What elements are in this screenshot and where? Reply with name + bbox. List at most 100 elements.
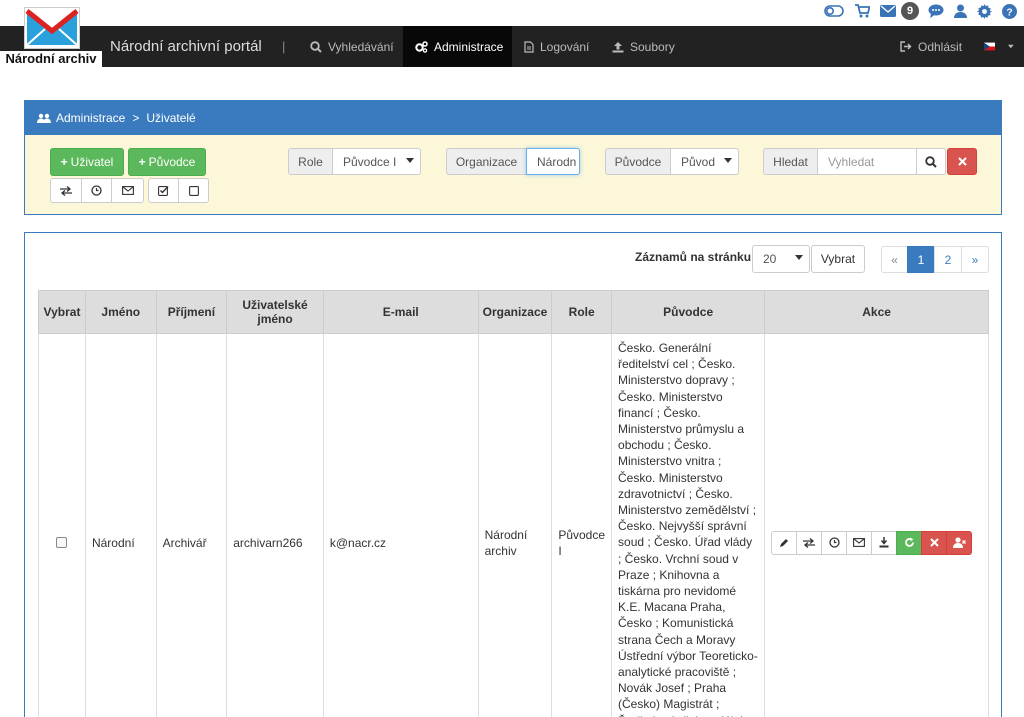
close-icon xyxy=(930,538,939,547)
organization-cell: Národní archiv xyxy=(477,332,553,717)
admin-filter-panel: Administrace > Uživatelé + Uživatel + Pů… xyxy=(24,100,1002,215)
nav-separator: | xyxy=(282,39,286,54)
actions-cell xyxy=(764,332,989,717)
upload-icon xyxy=(612,41,624,52)
per-page-select[interactable]: 20 xyxy=(752,245,810,273)
chevron-down-icon xyxy=(724,158,732,163)
select-all-button[interactable] xyxy=(148,178,179,203)
clear-filter-button[interactable] xyxy=(947,148,977,175)
svg-text:?: ? xyxy=(1006,7,1012,18)
column-header-organization[interactable]: Organizace xyxy=(477,290,553,334)
nav-item-label: Vyhledávání xyxy=(328,39,394,54)
chat-icon[interactable] xyxy=(928,3,944,19)
cart-icon[interactable] xyxy=(854,3,870,19)
per-page-apply-button[interactable]: Vybrat xyxy=(811,245,865,273)
nav-item-label: Logování xyxy=(540,39,590,54)
square-icon xyxy=(188,185,199,196)
nav-item-files[interactable]: Soubory xyxy=(602,26,692,67)
email-button[interactable] xyxy=(111,178,144,203)
pagination-prev[interactable]: « xyxy=(881,246,908,273)
close-icon xyxy=(957,157,967,166)
nav-item-logging[interactable]: Logování xyxy=(512,26,602,67)
column-header-username[interactable]: Uživatelské jméno xyxy=(226,290,324,334)
mail-count-badge: 9 xyxy=(901,2,919,20)
gear-icon[interactable] xyxy=(977,3,992,19)
plus-icon: + xyxy=(60,155,68,169)
add-origin-button[interactable]: + Původce xyxy=(128,148,206,176)
chevron-down-icon xyxy=(1008,44,1014,49)
swap-button[interactable] xyxy=(50,178,82,203)
logout-label: Odhlásit xyxy=(918,39,963,54)
breadcrumb-root[interactable]: Administrace xyxy=(56,111,125,125)
deselect-all-button[interactable] xyxy=(178,178,209,203)
brand-title[interactable]: Národní archivní portál xyxy=(110,38,262,55)
last-name-cell: Archivář xyxy=(155,332,228,717)
history-button[interactable] xyxy=(81,178,112,203)
pagination-next[interactable]: » xyxy=(961,246,989,273)
user-icon[interactable] xyxy=(953,3,967,19)
exchange-icon xyxy=(60,185,72,196)
row-refresh-button[interactable] xyxy=(896,530,923,555)
nav-item-label: Administrace xyxy=(434,39,504,54)
nav-item-search[interactable]: Vyhledávání xyxy=(300,26,403,67)
chevron-down-icon xyxy=(795,255,803,260)
language-dropdown[interactable] xyxy=(984,26,1020,67)
search-icon xyxy=(310,40,322,53)
column-header-origin[interactable]: Původce xyxy=(611,290,766,334)
users-icon xyxy=(37,113,51,123)
role-label: Role xyxy=(288,148,333,175)
top-utility-bar: 9 ? xyxy=(0,0,1024,26)
row-action-group xyxy=(771,530,982,555)
row-select-cell xyxy=(38,332,86,717)
check-square-icon xyxy=(158,186,169,196)
breadcrumb-separator: > xyxy=(132,111,140,125)
envelope-icon xyxy=(853,538,866,547)
column-header-select[interactable]: Vybrat xyxy=(38,290,86,334)
role-select[interactable]: Původce I xyxy=(332,148,421,175)
pagination-page-2[interactable]: 2 xyxy=(934,246,962,273)
search-input[interactable]: Vyhledat xyxy=(817,148,917,175)
download-icon xyxy=(879,537,889,548)
row-swap-button[interactable] xyxy=(796,530,823,555)
logout-button[interactable]: Odhlásit xyxy=(900,26,970,67)
search-icon xyxy=(925,155,937,168)
pagination-page-1[interactable]: 1 xyxy=(907,246,935,273)
user-times-icon xyxy=(952,537,966,549)
origin-select[interactable]: Původ xyxy=(670,148,739,175)
refresh-icon xyxy=(904,537,914,547)
users-table-panel: Záznamů na stránku: 20 Vybrat « 1 2 » Vy… xyxy=(24,232,1002,717)
nav-item-administration[interactable]: Administrace xyxy=(403,26,512,67)
logo[interactable]: Národní archiv xyxy=(0,7,102,67)
users-table: Vybrat Jméno Příjmení Uživatelské jméno … xyxy=(38,290,989,717)
row-download-button[interactable] xyxy=(871,530,898,555)
plus-icon: + xyxy=(138,155,146,169)
row-history-button[interactable] xyxy=(821,530,848,555)
first-name-cell: Národní xyxy=(84,332,157,717)
search-label: Hledat xyxy=(763,148,818,175)
pencil-icon xyxy=(780,538,789,547)
add-user-button[interactable]: + Uživatel xyxy=(50,148,124,176)
column-header-first-name[interactable]: Jméno xyxy=(84,290,157,334)
row-checkbox[interactable] xyxy=(56,537,68,549)
column-header-last-name[interactable]: Příjmení xyxy=(155,290,228,334)
row-email-button[interactable] xyxy=(846,530,873,555)
origin-cell: Česko. Generální ředitelství cel ; Česko… xyxy=(611,332,766,717)
column-header-role[interactable]: Role xyxy=(551,290,613,334)
clock-icon xyxy=(829,537,840,548)
mail-icon[interactable] xyxy=(880,3,896,19)
logo-envelope-icon xyxy=(24,7,80,49)
edit-button[interactable] xyxy=(771,530,798,555)
help-icon[interactable]: ? xyxy=(1002,3,1017,19)
per-page-label: Záznamů na stránku: xyxy=(635,250,756,264)
role-cell: Původce I xyxy=(551,332,613,717)
navbar: Národní archivní portál | Vyhledávání Ad… xyxy=(0,26,1024,67)
column-header-email[interactable]: E-mail xyxy=(322,290,479,334)
toggle-icon[interactable] xyxy=(824,3,844,19)
organization-input[interactable]: Národn xyxy=(526,148,580,175)
row-remove-user-button[interactable] xyxy=(946,530,973,555)
row-delete-button[interactable] xyxy=(921,530,948,555)
organization-label: Organizace xyxy=(446,148,527,175)
search-button[interactable] xyxy=(916,148,946,175)
origin-label: Původce xyxy=(605,148,671,175)
envelope-icon xyxy=(121,186,134,195)
